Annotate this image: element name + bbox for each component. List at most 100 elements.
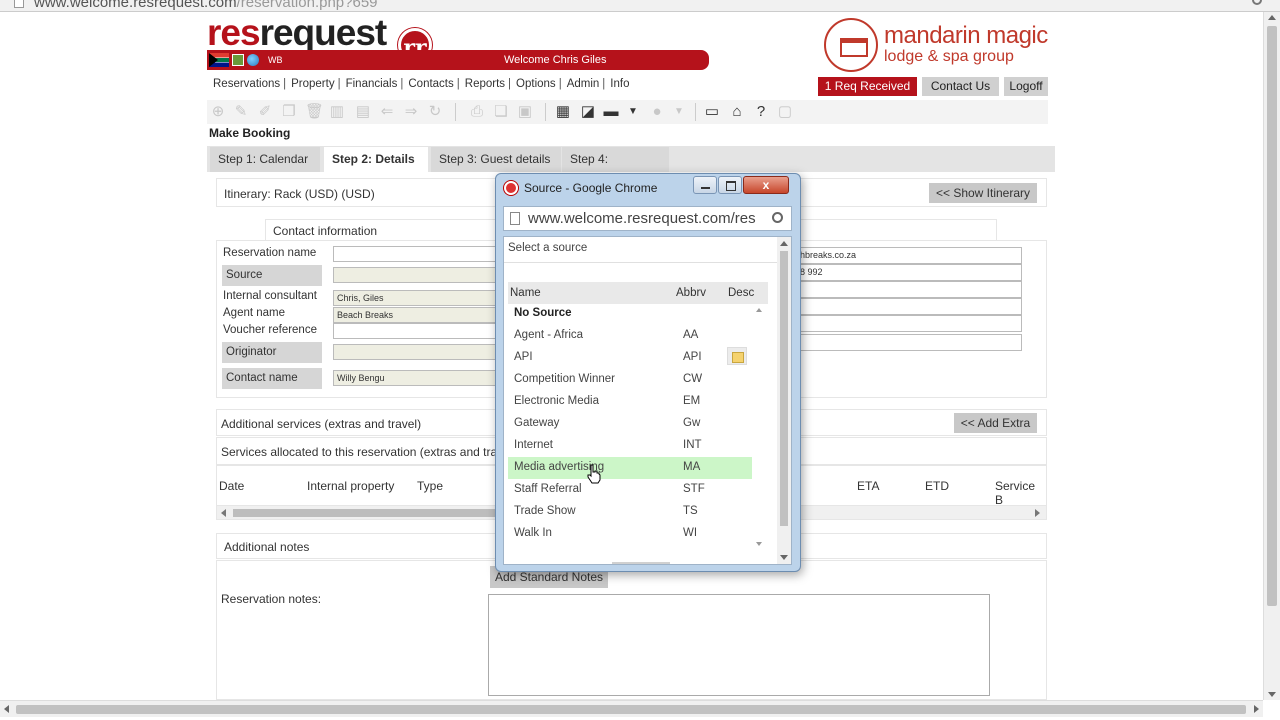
forward-icon[interactable]: ⇒ bbox=[403, 104, 419, 120]
show-itinerary-button[interactable]: << Show Itinerary bbox=[929, 183, 1037, 203]
report-icon[interactable]: ◪ bbox=[580, 104, 596, 120]
globe-icon[interactable] bbox=[247, 54, 259, 66]
document-icon[interactable]: ▣ bbox=[517, 104, 533, 120]
column-desc[interactable]: Desc bbox=[728, 287, 754, 299]
source-row[interactable]: Internet INT bbox=[508, 435, 752, 457]
chevron-down-icon[interactable]: ▼ bbox=[671, 104, 687, 120]
map-icon[interactable] bbox=[232, 54, 244, 66]
search-icon[interactable] bbox=[772, 212, 783, 223]
user-icon[interactable]: ● bbox=[649, 104, 665, 120]
refresh-icon[interactable]: ↻ bbox=[427, 104, 443, 120]
source-list-scrollbar[interactable] bbox=[754, 304, 764, 550]
source-row[interactable]: API API bbox=[508, 347, 752, 369]
scroll-down-icon[interactable] bbox=[756, 542, 762, 546]
popup-url[interactable]: www.welcome.resrequest.com/res bbox=[528, 210, 763, 227]
popup-horizontal-scroll-thumb[interactable] bbox=[612, 562, 670, 564]
scroll-up-icon[interactable] bbox=[1268, 15, 1276, 20]
popup-address-bar[interactable]: www.welcome.resrequest.com/res bbox=[503, 206, 792, 231]
contact-name-label[interactable]: Contact name bbox=[222, 368, 322, 389]
copy-icon[interactable]: ❐ bbox=[281, 104, 297, 120]
nav-options[interactable]: Options bbox=[514, 78, 558, 90]
contact-field-input[interactable] bbox=[796, 334, 1022, 351]
logoff-button[interactable]: Logoff bbox=[1004, 77, 1048, 96]
split-icon[interactable]: ▥ bbox=[329, 104, 345, 120]
scroll-left-icon[interactable] bbox=[221, 509, 226, 517]
column-eta[interactable]: ETA bbox=[857, 479, 879, 493]
tab-details[interactable]: Step 2: Details bbox=[324, 147, 428, 172]
nav-admin[interactable]: Admin bbox=[565, 78, 602, 90]
source-row[interactable]: Walk In WI bbox=[508, 523, 752, 545]
source-row[interactable]: No Source bbox=[508, 303, 752, 325]
contact-field-input[interactable] bbox=[796, 281, 1022, 298]
source-row[interactable]: Agent - Africa AA bbox=[508, 325, 752, 347]
column-etd[interactable]: ETD bbox=[925, 479, 949, 493]
delete-icon[interactable]: 🗑 bbox=[305, 104, 324, 120]
source-row[interactable]: Trade Show TS bbox=[508, 501, 752, 523]
nav-property[interactable]: Property bbox=[289, 78, 336, 90]
help-icon[interactable]: ? bbox=[753, 104, 769, 120]
nav-reservations[interactable]: Reservations bbox=[211, 78, 282, 90]
edit-icon[interactable]: ✎ bbox=[233, 104, 249, 120]
card-icon[interactable]: ▭ bbox=[704, 104, 720, 120]
nav-reports[interactable]: Reports bbox=[463, 78, 507, 90]
column-service-b[interactable]: Service B bbox=[995, 479, 1046, 507]
source-row[interactable]: Competition Winner CW bbox=[508, 369, 752, 391]
source-row-selected[interactable]: Media advertising MA bbox=[508, 457, 752, 479]
south-africa-flag-icon[interactable] bbox=[209, 53, 229, 67]
nav-contacts[interactable]: Contacts bbox=[406, 78, 455, 90]
column-abbrv[interactable]: Abbrv bbox=[676, 287, 706, 299]
scroll-down-icon[interactable] bbox=[780, 555, 788, 560]
page-vertical-scrollbar[interactable] bbox=[1263, 12, 1280, 700]
agent-phone-input[interactable]: 8 992 bbox=[796, 264, 1022, 281]
tab-calendar[interactable]: Step 1: Calendar bbox=[210, 147, 320, 172]
contact-field-input[interactable] bbox=[796, 298, 1022, 315]
originator-label[interactable]: Originator bbox=[222, 342, 322, 363]
scroll-thumb[interactable] bbox=[1267, 26, 1277, 606]
agent-name-input[interactable]: Beach Breaks bbox=[333, 307, 503, 323]
column-type[interactable]: Type bbox=[417, 479, 443, 493]
scroll-down-icon[interactable] bbox=[1268, 692, 1276, 697]
scroll-right-icon[interactable] bbox=[1035, 509, 1040, 517]
scroll-thumb[interactable] bbox=[16, 705, 1246, 714]
print-icon[interactable]: ⎙ bbox=[469, 104, 485, 120]
pencil-icon[interactable]: ✐ bbox=[257, 104, 273, 120]
reservation-notes-textarea[interactable] bbox=[488, 594, 990, 696]
originator-input[interactable] bbox=[333, 344, 503, 360]
calendar-icon[interactable]: ▦ bbox=[555, 104, 571, 120]
nav-financials[interactable]: Financials bbox=[344, 78, 400, 90]
column-name[interactable]: Name bbox=[510, 287, 541, 299]
source-input[interactable] bbox=[333, 267, 503, 283]
tab-summary[interactable]: Step 4: Summary bbox=[562, 147, 669, 191]
scroll-left-icon[interactable] bbox=[4, 705, 9, 713]
popup-vertical-scrollbar[interactable] bbox=[777, 237, 791, 564]
column-date[interactable]: Date bbox=[219, 479, 244, 493]
add-extra-button[interactable]: << Add Extra bbox=[954, 413, 1037, 433]
requests-received-button[interactable]: 1 Req Received bbox=[818, 77, 917, 96]
scroll-thumb[interactable] bbox=[780, 251, 788, 526]
maximize-button[interactable] bbox=[718, 176, 742, 194]
source-row[interactable]: Gateway Gw bbox=[508, 413, 752, 435]
add-icon[interactable]: ⊕ bbox=[210, 104, 226, 120]
back-icon[interactable]: ⇐ bbox=[379, 104, 395, 120]
contact-name-input[interactable]: Willy Bengu bbox=[333, 370, 503, 386]
duplicate-icon[interactable]: ❏ bbox=[493, 104, 509, 120]
agent-email-input[interactable]: hbreaks.co.za bbox=[796, 247, 1022, 264]
merge-icon[interactable]: ▤ bbox=[355, 104, 371, 120]
tab-guest-details[interactable]: Step 3: Guest details bbox=[431, 147, 561, 172]
contact-field-input[interactable] bbox=[796, 315, 1022, 332]
scroll-up-icon[interactable] bbox=[780, 241, 788, 246]
contact-us-button[interactable]: Contact Us bbox=[922, 77, 999, 96]
internal-consultant-input[interactable]: Chris, Giles bbox=[333, 290, 503, 306]
scroll-thumb[interactable] bbox=[233, 509, 503, 517]
source-label[interactable]: Source bbox=[222, 265, 322, 286]
close-button[interactable]: x bbox=[743, 176, 789, 194]
note-icon[interactable] bbox=[727, 347, 747, 365]
screen-icon[interactable]: ▢ bbox=[777, 104, 793, 120]
column-internal-property[interactable]: Internal property bbox=[307, 479, 394, 493]
scroll-right-icon[interactable] bbox=[1254, 705, 1259, 713]
page-horizontal-scrollbar[interactable] bbox=[0, 700, 1263, 717]
nav-info[interactable]: Info bbox=[608, 78, 631, 90]
source-row[interactable]: Staff Referral STF bbox=[508, 479, 752, 501]
scroll-up-icon[interactable] bbox=[756, 308, 762, 312]
chevron-down-icon[interactable]: ▼ bbox=[625, 104, 641, 120]
